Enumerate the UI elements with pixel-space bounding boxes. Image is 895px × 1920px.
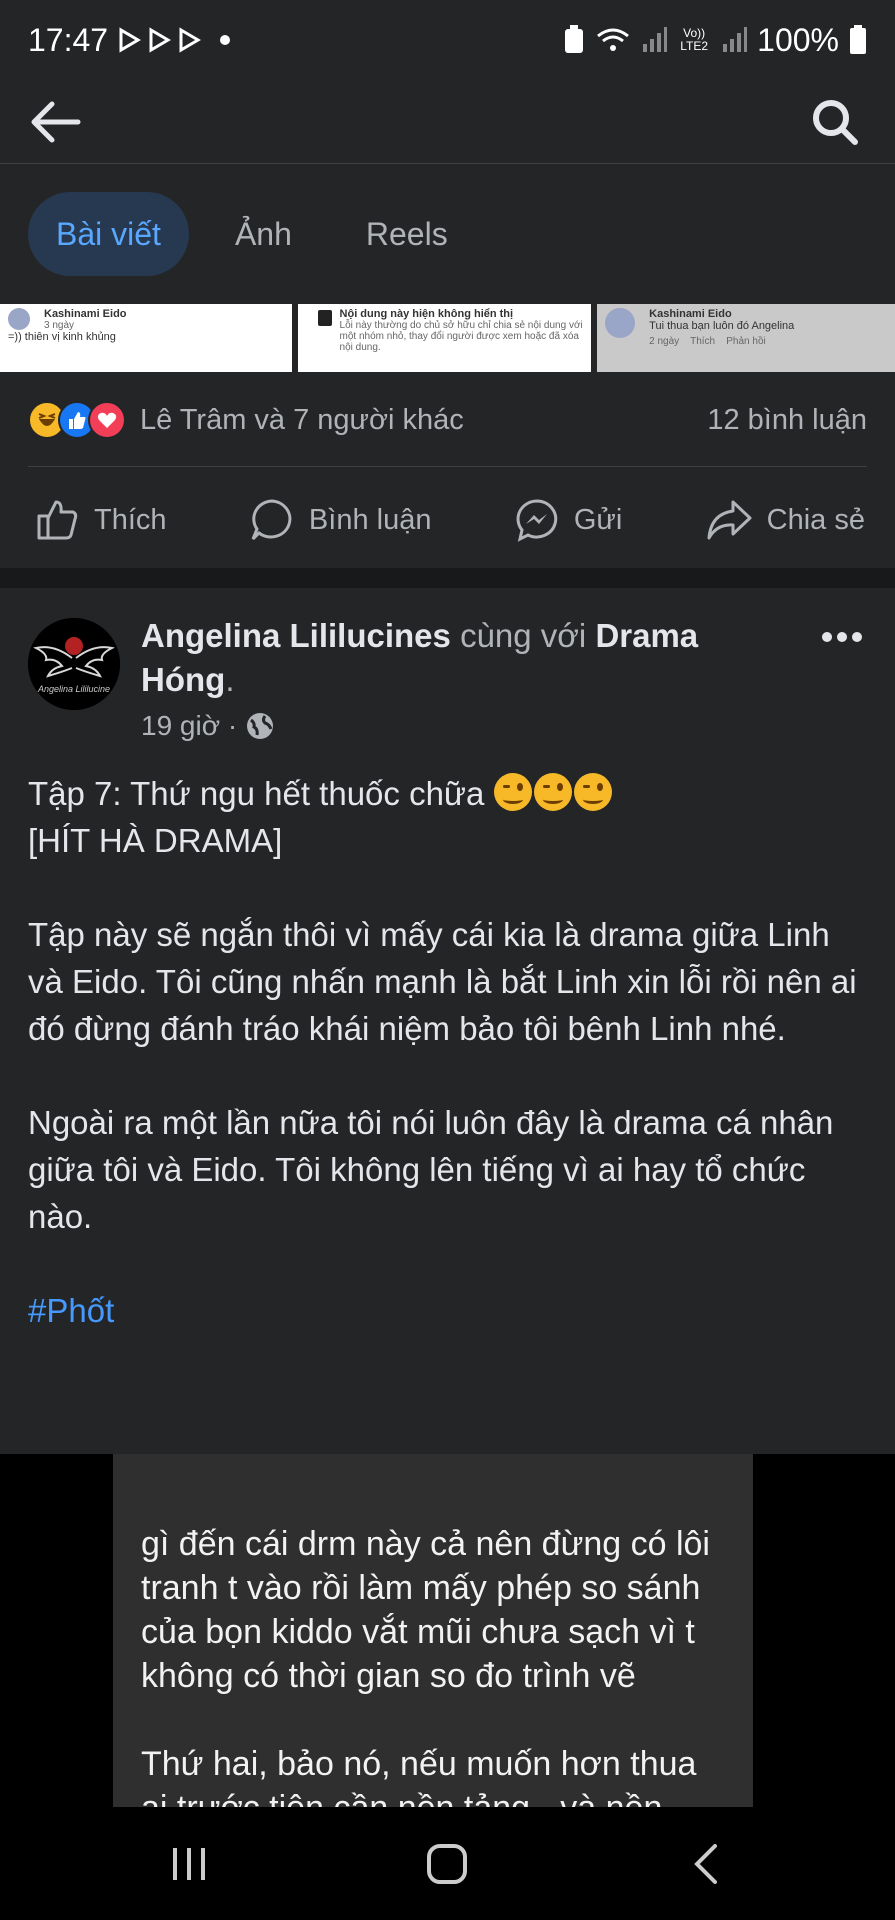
divider [28,466,867,467]
smirk-emoji-icon [493,773,532,811]
share-label: Chia sẻ [766,503,865,536]
share-button[interactable]: Chia sẻ [705,498,865,542]
recent-apps-icon [173,1847,206,1880]
hashtag-link[interactable]: #Phốt [28,1292,114,1329]
feed-separator [0,568,895,588]
home-icon [427,1843,468,1884]
screenshot-text: gì đến cái drm này cả nên đừng có lôi tr… [141,1525,710,1807]
post-image-2[interactable]: Nội dung này hiện không hiển thị Lỗi này… [297,304,592,372]
post-media[interactable]: gì đến cái drm này cả nên đừng có lôi tr… [0,1454,895,1807]
more-options-button[interactable] [817,622,867,652]
back-button[interactable] [26,94,86,150]
tab-reels[interactable]: Reels [338,192,476,276]
system-back-button[interactable] [666,1829,746,1899]
recent-apps-button[interactable] [149,1829,229,1899]
more-dots-icon [822,632,862,642]
author-line: Angelina Lililucines cùng với Drama Hóng… [141,614,761,702]
smirk-emoji-icon [573,773,612,811]
period: . [225,661,235,698]
thumb-name: Kashinami Eido [44,308,127,320]
tab-photos[interactable]: Ảnh [207,192,320,276]
screenshot-image[interactable]: gì đến cái drm này cả nên đừng có lôi tr… [113,1454,753,1807]
lock-icon [317,310,332,326]
search-button[interactable] [805,92,865,152]
share-arrow-icon [707,500,752,540]
smirk-emoji-icon [533,773,572,811]
post-image-3[interactable]: Kashinami Eido Tui thua bạn luôn đó Ange… [597,304,895,372]
send-button[interactable]: Gửi [514,497,622,543]
post-title-line: Tập 7: Thứ ngu hết thuốc chữa [28,775,494,812]
thumb-like: Thích [690,336,716,347]
data-saver-icon [563,25,585,55]
avatar [8,308,30,330]
arrow-left-icon [31,101,81,143]
signal-icon-2 [721,26,748,54]
wifi-icon [595,26,631,54]
dot-notification-icon [218,33,232,47]
post-image-1[interactable]: Kashinami Eido 3 ngày =)) thiên vị kinh … [0,304,292,372]
post-time[interactable]: 19 giờ · [141,710,237,742]
like-button[interactable]: Thích [36,498,167,542]
love-icon [88,401,126,439]
comments-count[interactable]: 12 bình luận [707,404,867,437]
send-label: Gửi [573,503,623,536]
like-label: Thích [94,503,167,536]
author-name[interactable]: Angelina Lililucines [141,617,451,654]
thumbs-up-icon [37,500,78,540]
battery-icon [849,25,867,55]
post-header: Angelina Lililucine Angelina Lililucines… [28,614,867,754]
signal-icon [641,26,668,54]
thumb-reply: Phản hồi [726,336,766,347]
messenger-icon [516,499,558,542]
thumb-name: Kashinami Eido [649,308,732,320]
play-notification-icon [118,27,208,53]
thumb-text: Lỗi này thường do chủ sở hữu chỉ chia sẻ… [339,320,583,353]
post-body: Tập 7: Thứ ngu hết thuốc chữa [HÍT HÀ DR… [28,770,873,1334]
top-bar [0,80,895,164]
status-time: 17:47 [28,21,109,58]
facebook-profile-page: 17:47 Vo)) LTE2 100% Bài viết Ảnh Reels … [0,0,895,1920]
reactions-summary[interactable]: Lê Trâm và 7 người khác [140,404,464,437]
thumb-title: Nội dung này hiện không hiển thị [339,308,514,320]
post-image-strip[interactable]: Kashinami Eido 3 ngày =)) thiên vị kinh … [0,304,895,372]
with-text: cùng với [460,617,587,654]
battery-text: 100% [757,21,839,58]
profile-tabs: Bài viết Ảnh Reels [0,164,895,304]
system-nav-bar [0,1807,895,1920]
thumb-text: Tui thua bạn luôn đó Angelina [649,320,795,332]
thumb-text: =)) thiên vị kinh khủng [8,331,116,343]
tab-posts[interactable]: Bài viết [28,192,189,276]
reaction-icons [28,401,126,439]
status-bar: 17:47 Vo)) LTE2 100% [0,0,895,80]
chevron-left-icon [693,1843,717,1884]
reactions-row[interactable]: Lê Trâm và 7 người khác 12 bình luận [28,388,867,452]
thumb-time: 3 ngày [44,320,75,331]
comment-bubble-icon [251,499,292,541]
avatar [605,308,636,338]
post-text: [HÍT HÀ DRAMA] Tập này sẽ ngắn thôi vì m… [28,822,857,1235]
volte-label: Vo)) LTE2 [680,26,709,53]
thumb-time: 2 ngày [649,336,680,347]
home-button[interactable] [407,1829,487,1899]
search-icon [813,100,858,145]
comment-button[interactable]: Bình luận [249,497,432,543]
post-meta: 19 giờ · [141,710,275,742]
globe-icon [247,713,274,739]
avatar-caption: Angelina Lililucine [37,684,111,694]
comment-label: Bình luận [308,503,432,536]
author-avatar[interactable]: Angelina Lililucine [28,618,120,710]
post-actions: Thích Bình luận Gửi Chia sẻ [0,472,895,568]
